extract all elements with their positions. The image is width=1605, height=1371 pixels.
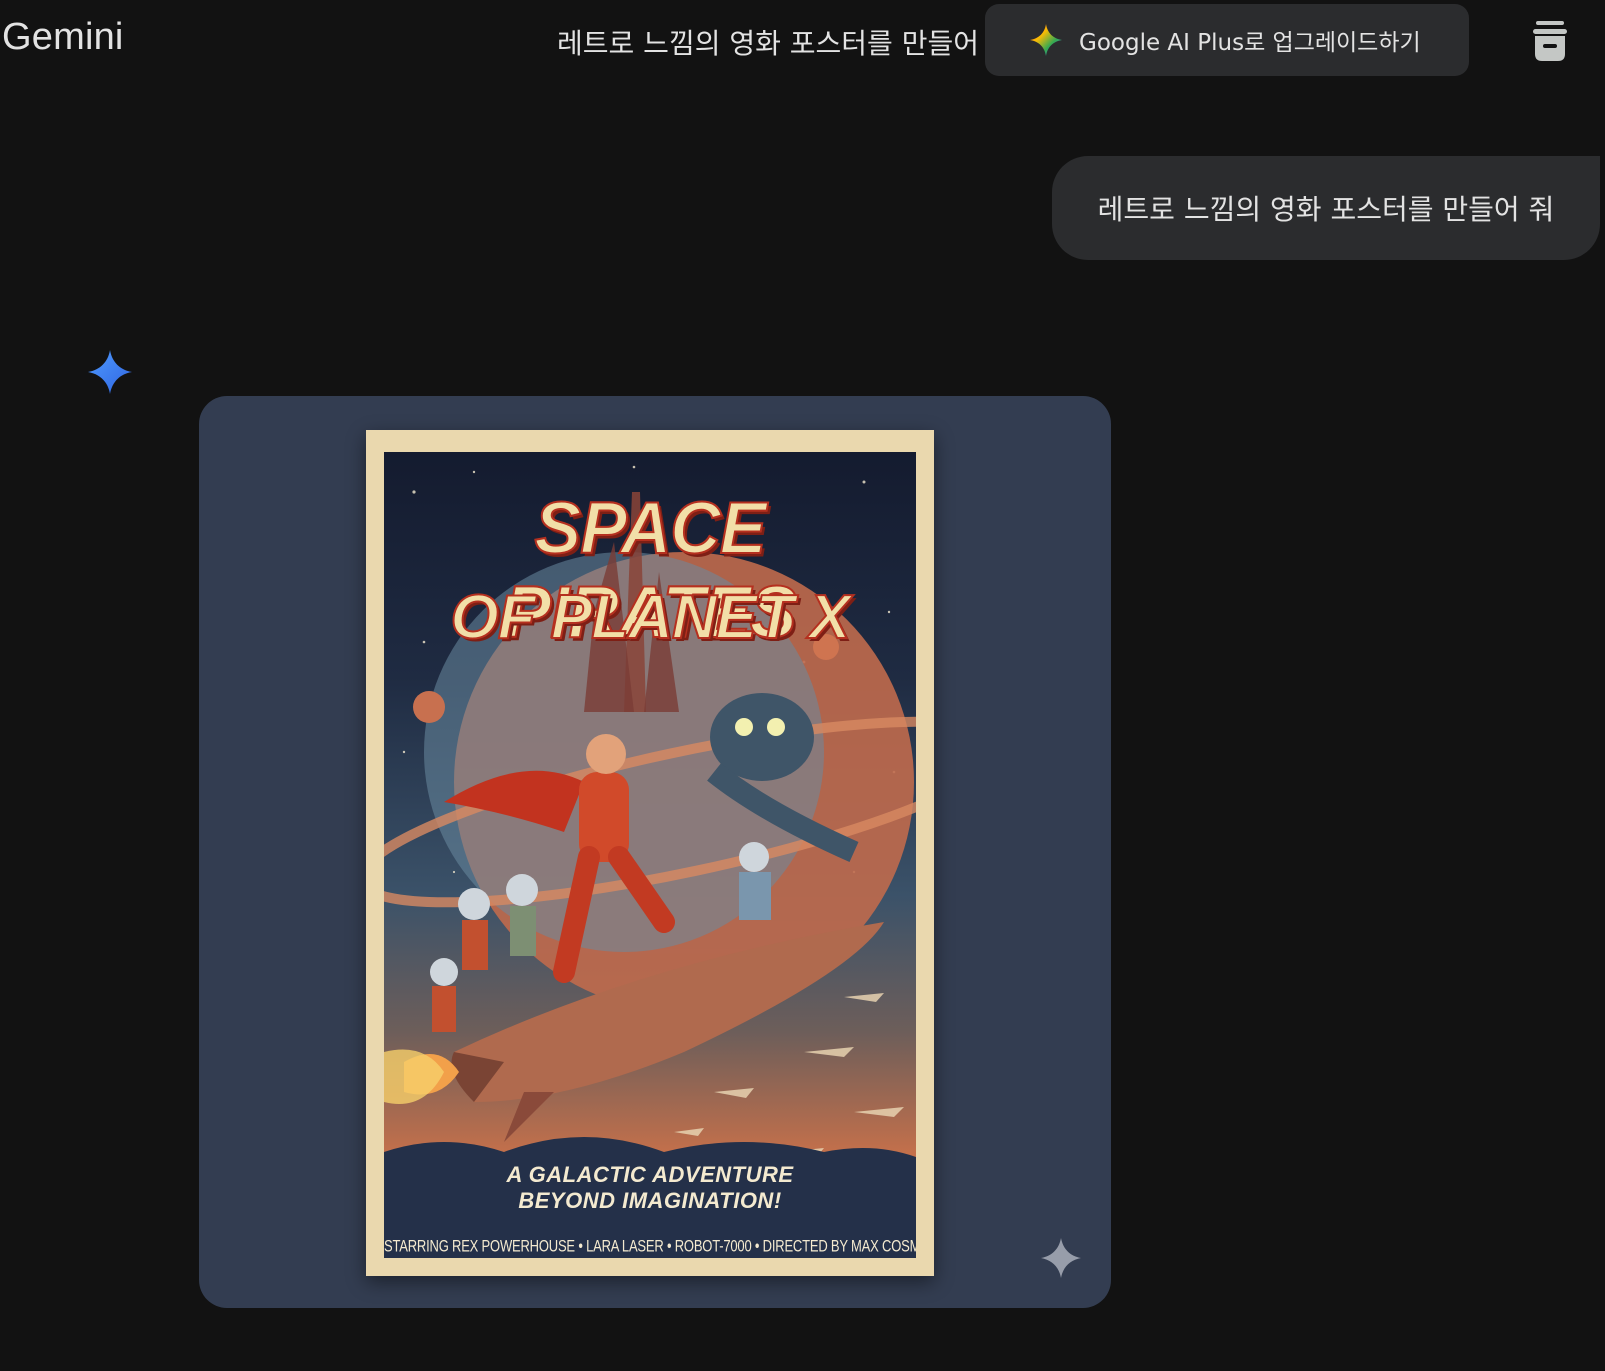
poster-credits: STARRING REX POWERHOUSE • LARA LASER • R… <box>384 1235 916 1256</box>
gemini-spark-icon <box>88 350 132 394</box>
user-message-text: 레트로 느낌의 영화 포스터를 만들어 줘 <box>1097 193 1555 226</box>
poster-tagline: A GALACTIC ADVENTURE BEYOND IMAGINATION! <box>384 1162 916 1214</box>
poster-tagline-line1: A GALACTIC ADVENTURE <box>506 1162 794 1187</box>
conversation-title: 레트로 느낌의 영화 포스터를 만들어 줘 <box>557 27 989 60</box>
temporary-chat-icon[interactable] <box>1530 18 1570 64</box>
user-message-bubble: 레트로 느낌의 영화 포스터를 만들어 줘 <box>1052 156 1600 260</box>
movie-poster-image: SPACE PIRATES OF PLANET X A GALACTIC ADV… <box>366 430 934 1276</box>
generated-image-card[interactable]: SPACE PIRATES OF PLANET X A GALACTIC ADV… <box>199 396 1111 1308</box>
poster-tagline-line2: BEYOND IMAGINATION! <box>518 1188 782 1213</box>
poster-subtitle: OF PLANET X <box>450 582 852 653</box>
upgrade-button-label: Google AI Plus로 업그레이드하기 <box>1079 30 1421 56</box>
upgrade-button[interactable]: Google AI Plus로 업그레이드하기 <box>985 4 1469 76</box>
gemini-sparkle-watermark-icon <box>1041 1238 1081 1278</box>
poster-artwork: SPACE PIRATES OF PLANET X A GALACTIC ADV… <box>384 452 916 1258</box>
gemini-logo[interactable]: Gemini <box>2 16 124 59</box>
gemini-spark-multicolor-icon <box>1030 24 1062 56</box>
gemini-app: Gemini 레트로 느낌의 영화 포스터를 만들어 줘 Google AI P… <box>0 0 1605 1371</box>
